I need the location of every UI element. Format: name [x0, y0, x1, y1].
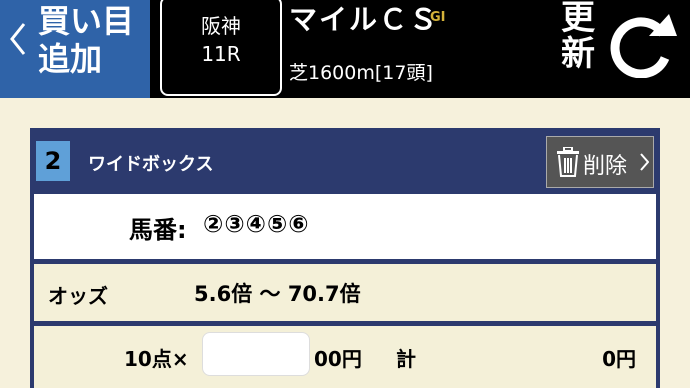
points-label: 10点× — [124, 347, 189, 371]
odds-label: オッズ — [48, 284, 108, 308]
race-venue: 阪神 — [201, 14, 241, 38]
total-label: 計 — [396, 347, 416, 371]
race-number: 11R — [201, 42, 241, 66]
bet-card-header: 2 ワイドボックス 削除 — [30, 128, 660, 190]
horses-label: 馬番: — [129, 216, 187, 244]
refresh-label: 更 新 — [561, 0, 595, 74]
grade-badge: GI — [430, 10, 446, 25]
chevron-right-icon — [640, 153, 649, 171]
odds-value: 5.6倍 〜 70.7倍 — [194, 282, 361, 306]
total-value: 0円 — [602, 347, 636, 371]
delete-label: 削除 — [583, 154, 628, 179]
race-badge: 阪神 11R — [160, 0, 282, 96]
race-meta: 芝1600m[17頭] — [289, 62, 433, 84]
add-bet-back-button[interactable]: 買い目 追加 — [0, 0, 150, 98]
race-name: マイルＣＳ — [289, 3, 440, 36]
amount-input[interactable] — [202, 332, 310, 376]
refresh-button[interactable]: 更 新 — [555, 0, 690, 98]
chevron-left-icon — [10, 23, 26, 55]
refresh-icon — [610, 14, 677, 78]
odds-row: オッズ 5.6倍 〜 70.7倍 — [34, 264, 656, 321]
app-header: 買い目 追加 阪神 11R マイルＣＳ GI 芝1600m[17頭] 更 新 — [0, 0, 690, 98]
trash-icon — [557, 147, 579, 177]
bet-type-label: ワイドボックス — [88, 154, 214, 175]
amount-row: 10点× 00円 計 0円 — [34, 326, 656, 388]
horses-value: ②③④⑤⑥ — [203, 210, 310, 238]
delete-button[interactable]: 削除 — [546, 136, 654, 188]
amount-unit: 00円 — [314, 347, 362, 371]
bet-card: 2 ワイドボックス 削除 馬番: ②③④⑤⑥ オッズ 5.6倍 〜 70.7倍 … — [30, 128, 660, 388]
bet-index-badge: 2 — [36, 141, 70, 181]
horses-row: 馬番: ②③④⑤⑥ — [34, 194, 656, 259]
add-bet-label: 買い目 追加 — [38, 2, 135, 78]
